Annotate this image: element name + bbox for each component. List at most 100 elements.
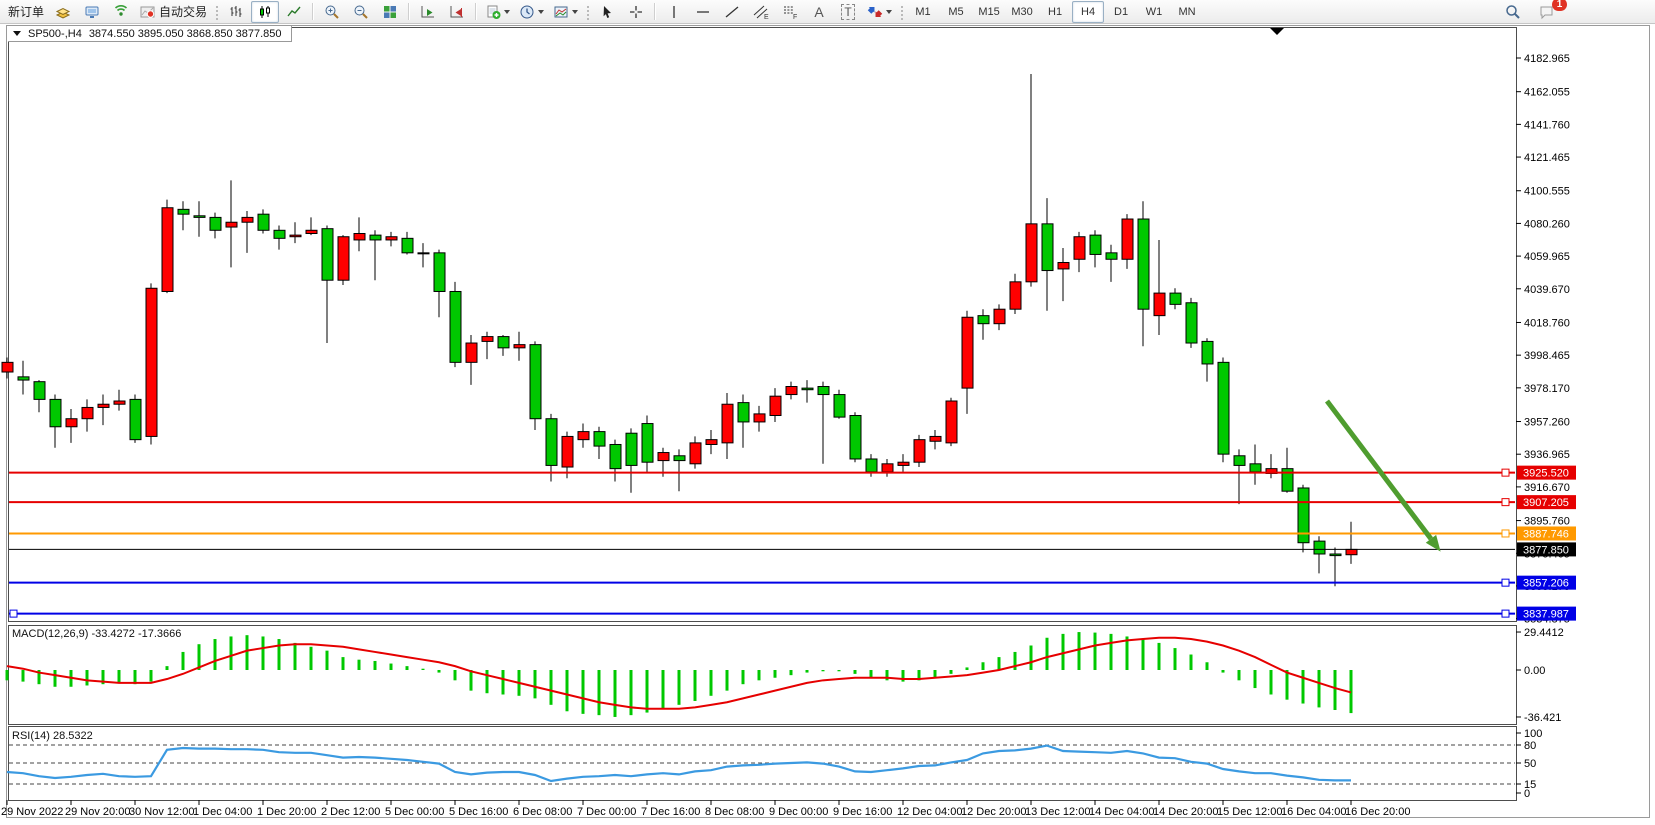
svg-text:1 Dec 04:00: 1 Dec 04:00 (193, 806, 252, 818)
chart-title-tab[interactable]: SP500-,H4 3874.550 3895.050 3868.850 387… (8, 26, 292, 42)
zoom-out-button[interactable] (347, 1, 375, 23)
chart-frame (7, 26, 1650, 818)
dropdown-caret-icon[interactable] (886, 10, 892, 14)
horizontal-line-icon (695, 4, 711, 20)
svg-text:6 Dec 08:00: 6 Dec 08:00 (513, 806, 572, 818)
search-button[interactable] (1499, 1, 1527, 23)
fibonacci-tool-button[interactable]: F (776, 1, 804, 23)
crosshair-icon (628, 4, 644, 20)
period-button[interactable] (515, 1, 548, 23)
rsi-indicator-label: RSI(14) 28.5322 (12, 730, 93, 742)
timeframe-w1-button[interactable]: W1 (1138, 1, 1170, 23)
vertical-line-tool-button[interactable] (660, 1, 688, 23)
dropdown-caret-icon[interactable] (538, 10, 544, 14)
vertical-line-icon (666, 4, 682, 20)
timeframe-m5-button[interactable]: M5 (940, 1, 972, 23)
label-tool-button[interactable]: T (834, 1, 862, 23)
timeframe-d1-button[interactable]: D1 (1105, 1, 1137, 23)
svg-text:8 Dec 08:00: 8 Dec 08:00 (705, 806, 764, 818)
gold-ingot-icon (55, 4, 71, 20)
chart-ohlc-values: 3874.550 3895.050 3868.850 3877.850 (89, 28, 282, 40)
svg-text:12 Dec 20:00: 12 Dec 20:00 (961, 806, 1026, 818)
add-indicator-icon (485, 4, 501, 20)
candlestick-chart-button[interactable] (251, 1, 279, 23)
arrows-icon (867, 4, 883, 20)
notifications-button[interactable]: 1 (1533, 1, 1561, 23)
svg-text:3857.206: 3857.206 (1523, 578, 1569, 590)
cursor-tool-button[interactable] (593, 1, 621, 23)
svg-text:5 Dec 00:00: 5 Dec 00:00 (385, 806, 444, 818)
fibonacci-icon: F (782, 4, 798, 20)
trendline-tool-button[interactable] (718, 1, 746, 23)
chart-shift-icon (449, 4, 465, 20)
auto-scroll-icon (420, 4, 436, 20)
crosshair-tool-button[interactable] (622, 1, 650, 23)
svg-text:3936.965: 3936.965 (1524, 449, 1570, 461)
svg-text:7 Dec 00:00: 7 Dec 00:00 (577, 806, 636, 818)
auto-scroll-button[interactable] (414, 1, 442, 23)
svg-text:3957.260: 3957.260 (1524, 417, 1570, 429)
line-chart-button[interactable] (280, 1, 308, 23)
cursor-arrow-icon (599, 4, 615, 20)
toolbar-grip[interactable] (214, 4, 219, 20)
svg-text:4018.760: 4018.760 (1524, 317, 1570, 329)
terminal-button[interactable] (78, 1, 106, 23)
svg-text:7 Dec 16:00: 7 Dec 16:00 (641, 806, 700, 818)
signal-icon (113, 4, 129, 20)
svg-text:29 Nov 2022: 29 Nov 2022 (1, 806, 63, 818)
market-depth-gold-icon[interactable] (49, 1, 77, 23)
svg-text:50: 50 (1524, 758, 1536, 770)
macd-indicator-label: MACD(12,26,9) -33.4272 -17.3666 (12, 628, 181, 640)
arrows-tool-button[interactable] (863, 1, 896, 23)
svg-text:3837.987: 3837.987 (1523, 609, 1569, 621)
chart-symbol-period: SP500-,H4 (28, 28, 82, 40)
new-order-button[interactable]: 新订单 (4, 1, 48, 23)
svg-text:12 Dec 04:00: 12 Dec 04:00 (897, 806, 962, 818)
svg-text:3895.760: 3895.760 (1524, 516, 1570, 528)
autotrading-icon (140, 4, 156, 20)
timeframe-m30-button[interactable]: M30 (1006, 1, 1038, 23)
dropdown-caret-icon[interactable] (504, 10, 510, 14)
timeframe-h1-button[interactable]: H1 (1039, 1, 1071, 23)
svg-text:30 Nov 12:00: 30 Nov 12:00 (129, 806, 194, 818)
timeframe-m15-button[interactable]: M15 (973, 1, 1005, 23)
svg-text:E: E (764, 14, 769, 20)
svg-text:13 Dec 12:00: 13 Dec 12:00 (1025, 806, 1090, 818)
svg-text:16 Dec 20:00: 16 Dec 20:00 (1345, 806, 1410, 818)
template-button[interactable] (549, 1, 582, 23)
chart-shift-button[interactable] (443, 1, 471, 23)
channel-tool-button[interactable]: E (747, 1, 775, 23)
bar-chart-button[interactable] (222, 1, 250, 23)
toolbar-separator (408, 3, 410, 20)
svg-text:29 Nov 20:00: 29 Nov 20:00 (65, 806, 130, 818)
autotrading-button[interactable]: 自动交易 (136, 1, 211, 23)
symbol-dropdown-icon[interactable] (13, 31, 21, 36)
svg-text:14 Dec 20:00: 14 Dec 20:00 (1153, 806, 1218, 818)
svg-text:2 Dec 12:00: 2 Dec 12:00 (321, 806, 380, 818)
timeframe-mn-button[interactable]: MN (1171, 1, 1203, 23)
toolbar-separator (475, 3, 477, 20)
svg-text:0.00: 0.00 (1524, 665, 1545, 677)
svg-text:4121.465: 4121.465 (1524, 152, 1570, 164)
timeframe-h4-button[interactable]: H4 (1072, 1, 1104, 23)
main-toolbar: 新订单 (0, 0, 1655, 24)
svg-text:4162.055: 4162.055 (1524, 87, 1570, 99)
tile-windows-icon (382, 4, 398, 20)
line-chart-icon (286, 4, 302, 20)
tile-windows-button[interactable] (376, 1, 404, 23)
horizontal-line-tool-button[interactable] (689, 1, 717, 23)
price-chart[interactable]: 4182.9654162.0554141.7604121.4654100.555… (0, 24, 1655, 825)
toolbar-grip[interactable] (585, 4, 590, 20)
text-tool-button[interactable]: A (805, 1, 833, 23)
signals-button[interactable] (107, 1, 135, 23)
svg-text:4039.670: 4039.670 (1524, 284, 1570, 296)
svg-text:9 Dec 00:00: 9 Dec 00:00 (769, 806, 828, 818)
toolbar-grip[interactable] (899, 4, 904, 20)
svg-text:80: 80 (1524, 740, 1536, 752)
zoom-in-button[interactable] (318, 1, 346, 23)
add-indicator-button[interactable] (481, 1, 514, 23)
timeframe-m1-button[interactable]: M1 (907, 1, 939, 23)
svg-text:100: 100 (1524, 728, 1542, 740)
dropdown-caret-icon[interactable] (572, 10, 578, 14)
svg-text:3998.465: 3998.465 (1524, 350, 1570, 362)
